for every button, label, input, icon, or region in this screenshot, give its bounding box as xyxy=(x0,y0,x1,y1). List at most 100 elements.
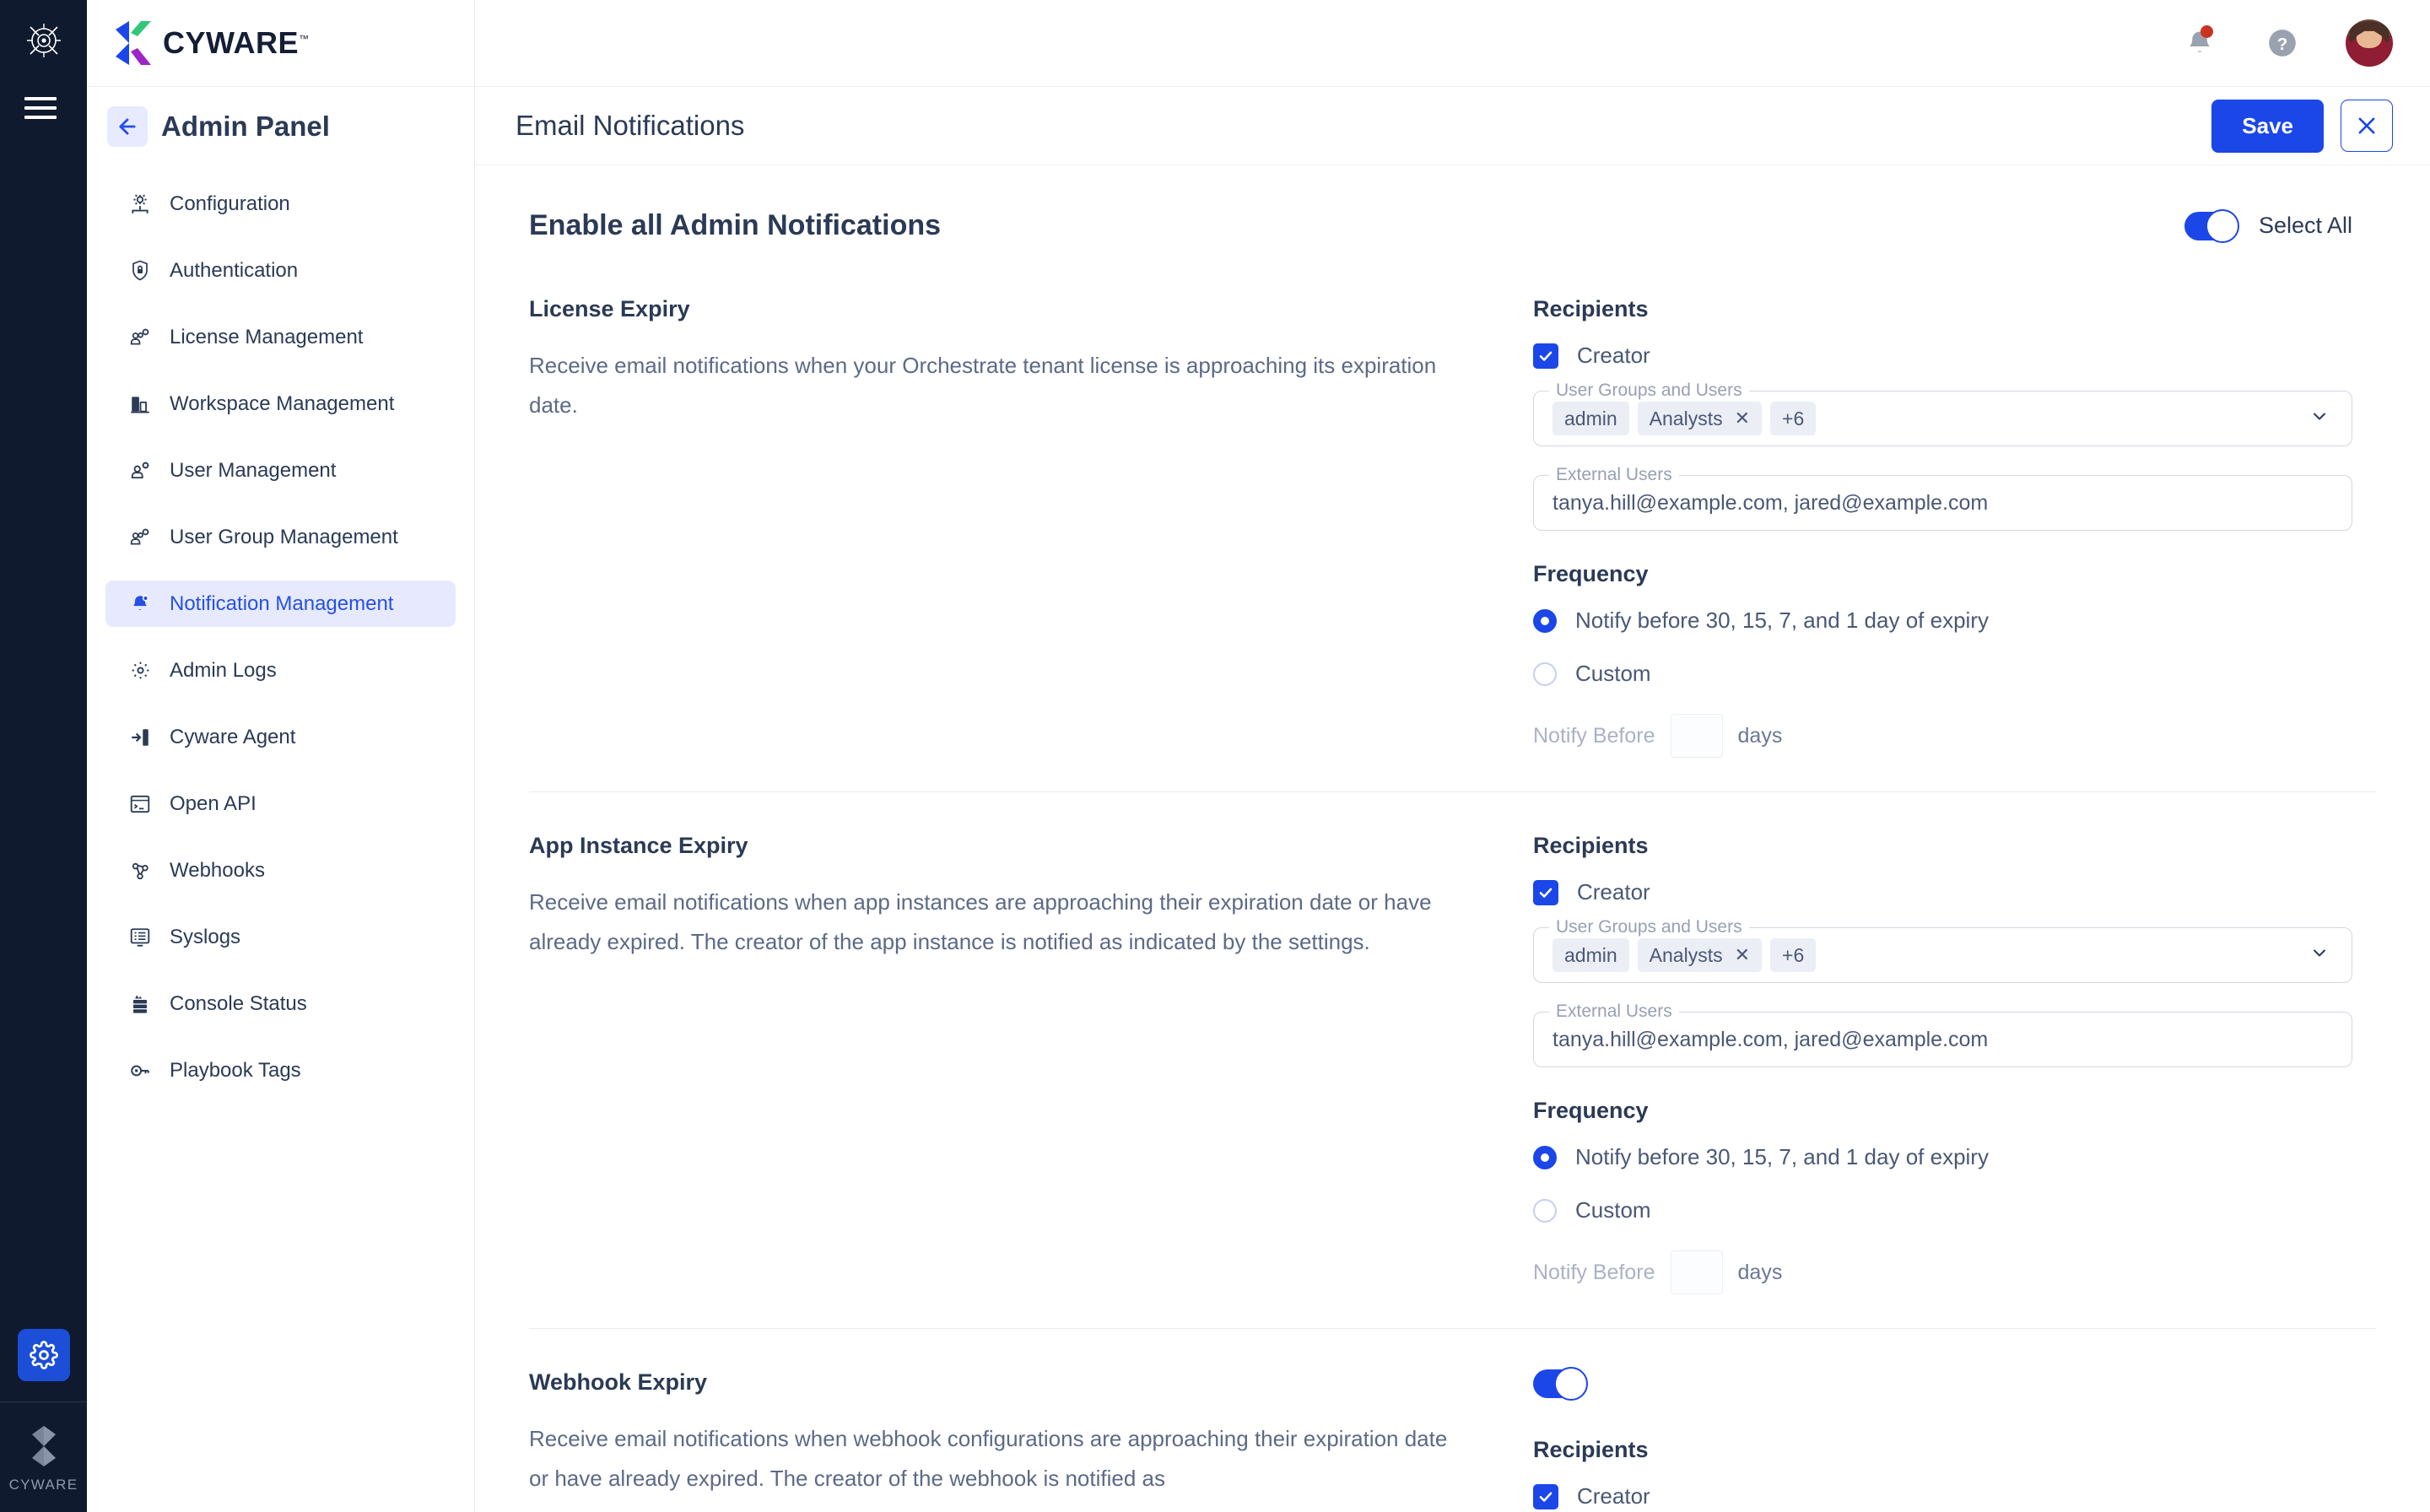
shield-lock-icon xyxy=(126,258,154,284)
chip-label: +6 xyxy=(1782,407,1805,429)
sidebar-item-admin-logs[interactable]: Admin Logs xyxy=(105,647,456,694)
sidebar-item-notification-management[interactable]: Notification Management xyxy=(105,580,456,627)
frequency-option-default[interactable]: Notify before 30, 15, 7, and 1 day of ex… xyxy=(1533,608,2352,634)
section-description-col: License Expiry Receive email notificatio… xyxy=(529,296,1533,758)
sidebar-item-label: Webhooks xyxy=(170,858,265,882)
users-gear-icon xyxy=(126,525,154,550)
radio-custom-label: Custom xyxy=(1575,1197,1651,1223)
sidebar-item-label: Configuration xyxy=(170,192,290,215)
sidebar-item-user-management[interactable]: User Management xyxy=(105,447,456,494)
sidebar-item-label: Authentication xyxy=(170,258,299,282)
sidebar-item-workspace-management[interactable]: Workspace Management xyxy=(105,381,456,427)
cyware-target-icon[interactable] xyxy=(22,19,66,62)
gear-icon[interactable] xyxy=(17,1329,70,1381)
save-button[interactable]: Save xyxy=(2211,99,2324,153)
rail-brand-label: CYWARE xyxy=(8,1477,78,1493)
sidebar-item-console-status[interactable]: Console Status xyxy=(105,980,456,1027)
page-title: Admin Panel xyxy=(161,110,330,142)
external-users-input[interactable]: External Users tanya.hill@example.com, j… xyxy=(1533,465,2352,531)
help-question-icon[interactable]: ? xyxy=(2263,24,2302,62)
notification-settings-scroll[interactable]: Enable all Admin Notifications Select Al… xyxy=(475,165,2430,1512)
sidebar-item-label: Console Status xyxy=(170,991,307,1015)
section-settings-col: Recipients Creator User Groups and Users… xyxy=(1533,296,2376,758)
chip-label: Analysts xyxy=(1649,407,1723,429)
avatar[interactable] xyxy=(2346,19,2393,67)
webhook-expiry-toggle[interactable] xyxy=(1533,1367,1588,1401)
arrow-left-icon[interactable] xyxy=(107,105,148,147)
sidebar-item-playbook-tags[interactable]: Playbook Tags xyxy=(105,1047,456,1094)
chip[interactable]: admin xyxy=(1552,402,1629,435)
sidebar-item-label: Workspace Management xyxy=(170,392,395,415)
frequency-option-custom[interactable]: Custom xyxy=(1533,661,2352,687)
chip[interactable]: Analysts ✕ xyxy=(1637,938,1763,972)
section-title: License Expiry xyxy=(529,296,690,321)
chevron-down-icon[interactable] xyxy=(2309,943,2330,968)
close-x-icon[interactable] xyxy=(2341,100,2393,152)
creator-label: Creator xyxy=(1577,343,1650,368)
sidebar-item-cyware-agent[interactable]: Cyware Agent xyxy=(105,714,456,760)
days-label: days xyxy=(1737,723,1783,748)
sidebar-item-license-management[interactable]: License Management xyxy=(105,314,456,360)
notify-before-row: Notify Before days xyxy=(1533,1250,2352,1294)
creator-checkbox-row[interactable]: Creator xyxy=(1533,343,2352,369)
sidebar-item-authentication[interactable]: Authentication xyxy=(105,247,456,294)
external-users-input[interactable]: External Users tanya.hill@example.com, j… xyxy=(1533,1002,2352,1067)
section-description: Receive email notifications when webhook… xyxy=(529,1426,1448,1491)
user-groups-and-users-select[interactable]: User Groups and Users admin Analysts ✕ +… xyxy=(1533,381,2352,446)
notification-settings-content: Enable all Admin Notifications Select Al… xyxy=(475,165,2430,1512)
notification-section-app-instance-expiry: App Instance Expiry Receive email notifi… xyxy=(529,791,2376,1328)
sidebar-item-syslogs[interactable]: Syslogs xyxy=(105,914,456,960)
notification-badge xyxy=(2200,25,2213,38)
user-groups-legend: User Groups and Users xyxy=(1549,917,1749,937)
sidebar-item-configuration[interactable]: Configuration xyxy=(105,181,456,227)
creator-checkbox[interactable] xyxy=(1533,879,1558,905)
notification-section-license-expiry: License Expiry Receive email notificatio… xyxy=(529,296,2376,791)
selected-chips: admin Analysts ✕ +6 xyxy=(1552,938,1817,972)
notify-before-input[interactable] xyxy=(1670,1250,1723,1294)
chip-remove-x-icon[interactable]: ✕ xyxy=(1735,944,1750,966)
hamburger-menu-icon[interactable] xyxy=(24,93,63,123)
global-rail: CYWARE xyxy=(0,0,87,1512)
notification-bell-icon[interactable] xyxy=(2180,24,2219,62)
key-tag-icon xyxy=(126,1058,154,1083)
radio-default-label: Notify before 30, 15, 7, and 1 day of ex… xyxy=(1575,608,1989,633)
select-all-group: Select All xyxy=(2184,208,2352,243)
radio-custom[interactable] xyxy=(1533,1198,1557,1223)
chip-overflow-count[interactable]: +6 xyxy=(1770,938,1817,972)
radio-default[interactable] xyxy=(1533,1145,1557,1169)
radio-default[interactable] xyxy=(1533,608,1557,633)
notify-before-label: Notify Before xyxy=(1533,723,1655,748)
gear-icon xyxy=(126,658,154,683)
sidebar-item-label: Cyware Agent xyxy=(170,725,296,748)
radio-custom[interactable] xyxy=(1533,662,1557,686)
creator-checkbox-row[interactable]: Creator xyxy=(1533,1483,2352,1509)
chip-remove-x-icon[interactable]: ✕ xyxy=(1735,408,1750,429)
select-all-toggle[interactable] xyxy=(2184,208,2239,243)
recipients-label: Recipients xyxy=(1533,833,1649,858)
section-settings-col: Recipients Creator xyxy=(1533,1367,2376,1512)
chevron-down-icon[interactable] xyxy=(2309,407,2330,431)
page-subbar: Email Notifications Save xyxy=(475,87,2430,165)
chip[interactable]: admin xyxy=(1552,938,1629,972)
chip-overflow-count[interactable]: +6 xyxy=(1770,402,1817,435)
license-users-gear-icon xyxy=(126,325,154,350)
sidebar-item-user-group-management[interactable]: User Group Management xyxy=(105,514,456,560)
admin-sidebar: CYWARE™ Admin Panel Configuration Authen… xyxy=(87,0,475,1512)
sidebar-item-open-api[interactable]: Open API xyxy=(105,780,456,827)
sidebar-item-webhooks[interactable]: Webhooks xyxy=(105,847,456,894)
user-groups-and-users-select[interactable]: User Groups and Users admin Analysts ✕ +… xyxy=(1533,917,2352,983)
creator-checkbox-row[interactable]: Creator xyxy=(1533,879,2352,905)
frequency-label: Frequency xyxy=(1533,561,1649,586)
page-title: Email Notifications xyxy=(516,110,745,141)
webhook-icon xyxy=(126,858,154,883)
recipients-label: Recipients xyxy=(1533,1437,1649,1462)
frequency-option-custom[interactable]: Custom xyxy=(1533,1197,2352,1223)
toggle-knob xyxy=(1554,1367,1588,1401)
frequency-option-default[interactable]: Notify before 30, 15, 7, and 1 day of ex… xyxy=(1533,1144,2352,1170)
recipients-label: Recipients xyxy=(1533,296,1649,321)
creator-checkbox[interactable] xyxy=(1533,1483,1558,1509)
chip[interactable]: Analysts ✕ xyxy=(1637,402,1763,435)
notify-before-input[interactable] xyxy=(1670,714,1723,758)
cyware-mark-icon xyxy=(31,1426,56,1466)
creator-checkbox[interactable] xyxy=(1533,343,1558,369)
